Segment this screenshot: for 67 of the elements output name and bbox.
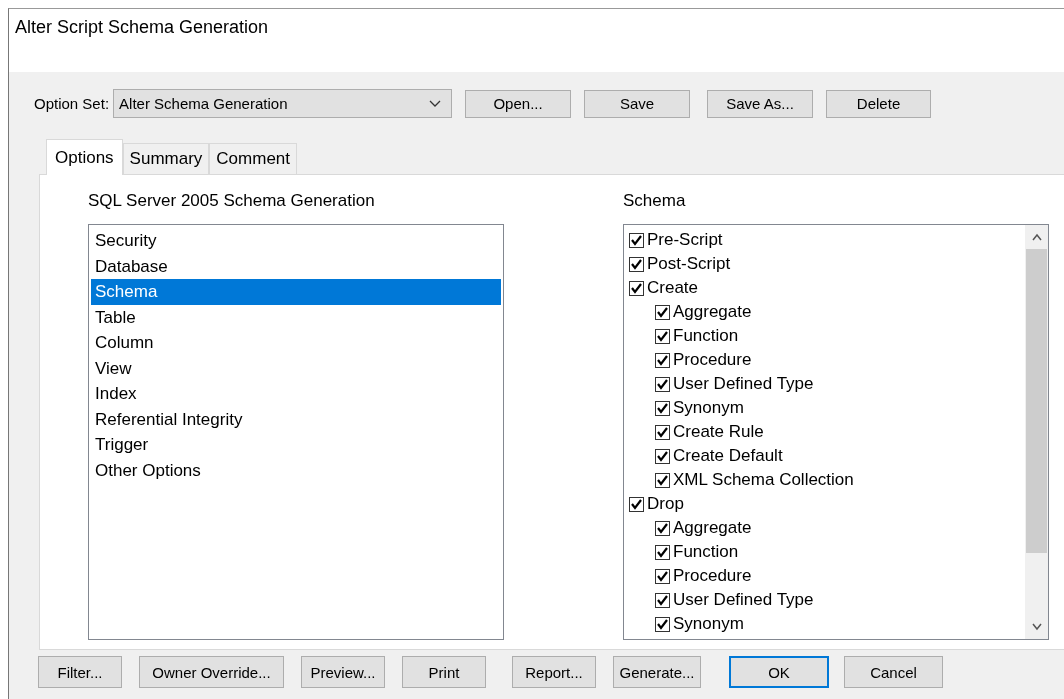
toolbar-button[interactable]: Save xyxy=(584,89,691,118)
checkbox[interactable] xyxy=(629,280,644,296)
checkbox[interactable] xyxy=(655,472,670,488)
tree-item-label[interactable]: Synonym xyxy=(673,398,744,418)
list-item[interactable]: Referential Integrity xyxy=(91,406,501,432)
dialog-button[interactable]: Cancel xyxy=(844,656,943,688)
tree-item-label[interactable]: User Defined Type xyxy=(673,590,814,610)
tree-item-label[interactable]: Synonym xyxy=(673,614,744,634)
checkbox[interactable] xyxy=(655,352,670,368)
tree-item-label[interactable]: Create Rule xyxy=(673,422,764,442)
section-heading: Schema xyxy=(623,191,687,212)
tree-item-label[interactable]: Function xyxy=(673,542,739,562)
checkbox[interactable] xyxy=(655,400,670,416)
checkbox[interactable] xyxy=(629,256,644,272)
checkbox[interactable] xyxy=(629,496,644,512)
checkbox[interactable] xyxy=(655,544,670,560)
scroll-thumb[interactable] xyxy=(1026,249,1047,553)
list-item[interactable]: Database xyxy=(91,253,501,279)
list-item[interactable]: Table xyxy=(91,304,501,330)
tree-item-label[interactable]: Post-Script xyxy=(647,254,731,274)
toolbar-button[interactable]: Open... xyxy=(465,89,572,118)
option-set-label: Option Set: xyxy=(34,95,110,112)
checkbox[interactable] xyxy=(655,568,670,584)
option-set-dropdown[interactable]: Alter Schema Generation xyxy=(113,89,453,118)
chevron-down-icon xyxy=(429,99,442,108)
list-item[interactable]: Security xyxy=(91,228,501,254)
checkbox[interactable] xyxy=(655,616,670,632)
section-heading: SQL Server 2005 Schema Generation xyxy=(88,191,376,212)
tree-item-label[interactable]: XML Schema Collection xyxy=(673,470,854,490)
tree-item-label[interactable]: Aggregate xyxy=(673,302,752,322)
dialog-button[interactable]: Owner Override... xyxy=(139,656,284,688)
list-item[interactable]: Other Options xyxy=(91,457,501,483)
tree-item-label[interactable]: Create Default xyxy=(673,446,783,466)
list-item[interactable]: Schema xyxy=(91,279,501,305)
dialog-button[interactable]: Filter... xyxy=(38,656,122,688)
tab[interactable]: Options xyxy=(46,139,123,175)
tree-item-label[interactable]: Function xyxy=(673,326,739,346)
window-title: Alter Script Schema Generation xyxy=(15,17,269,37)
toolbar-button[interactable]: Delete xyxy=(826,89,932,118)
checkbox[interactable] xyxy=(655,592,670,608)
list-item[interactable]: View xyxy=(91,355,501,381)
tree-item-label[interactable]: Procedure xyxy=(673,350,752,370)
checkbox[interactable] xyxy=(655,304,670,320)
dialog-button[interactable]: Generate... xyxy=(613,656,701,688)
scrollbar[interactable] xyxy=(1025,225,1048,639)
list-item[interactable]: Index xyxy=(91,381,501,407)
dialog-button[interactable]: Report... xyxy=(512,656,596,688)
toolbar-button[interactable]: Save As... xyxy=(707,89,814,118)
tree-item-label[interactable]: User Defined Type xyxy=(673,374,814,394)
checkbox[interactable] xyxy=(655,520,670,536)
checkbox[interactable] xyxy=(629,232,644,248)
dialog-button[interactable]: Preview... xyxy=(301,656,385,688)
tree-item-label[interactable]: Aggregate xyxy=(673,518,752,538)
checkbox[interactable] xyxy=(655,376,670,392)
tab[interactable]: Summary xyxy=(122,143,210,174)
checkbox[interactable] xyxy=(655,424,670,440)
checkbox[interactable] xyxy=(655,328,670,344)
tree-item-label[interactable]: Procedure xyxy=(673,566,752,586)
tree-item-label[interactable]: Pre-Script xyxy=(647,230,723,250)
checkbox[interactable] xyxy=(655,448,670,464)
tree-item-label[interactable]: Create xyxy=(647,278,699,298)
dialog-button[interactable]: Print xyxy=(402,656,486,688)
tab[interactable]: Comment xyxy=(209,143,297,174)
tree-item-label[interactable]: Drop xyxy=(647,494,684,514)
list-item[interactable]: Column xyxy=(91,330,501,356)
dialog-button[interactable]: OK xyxy=(729,656,829,688)
list-item[interactable]: Trigger xyxy=(91,432,501,458)
